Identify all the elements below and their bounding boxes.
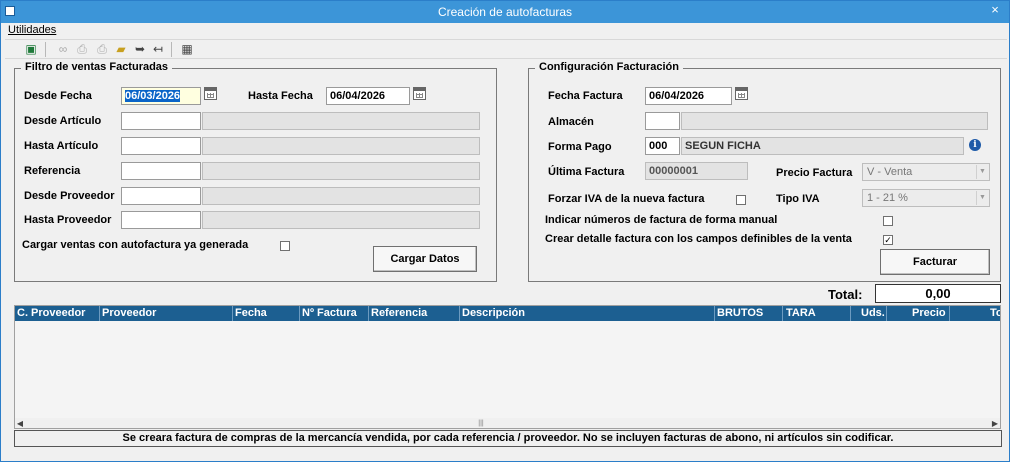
- hasta-fecha-label: Hasta Fecha: [248, 90, 313, 102]
- forma-pago-label: Forma Pago: [548, 141, 612, 153]
- back-icon[interactable]: ↤: [150, 42, 166, 57]
- fecha-factura-input[interactable]: 06/04/2026: [645, 87, 732, 105]
- referencia-desc: [202, 162, 480, 180]
- desde-fecha-label: Desde Fecha: [24, 90, 92, 102]
- hasta-articulo-label: Hasta Artículo: [24, 140, 99, 152]
- crear-detalle-checkbox[interactable]: ✓: [883, 235, 893, 245]
- forma-pago-input[interactable]: 000: [645, 137, 680, 155]
- desde-fecha-input[interactable]: 06/03/2026: [121, 87, 201, 105]
- config-group-title: Configuración Facturación: [535, 61, 683, 73]
- desde-proveedor-desc: [202, 187, 480, 205]
- hasta-articulo-input[interactable]: [121, 137, 201, 155]
- almacen-label: Almacén: [548, 116, 594, 128]
- calculator-icon[interactable]: ▦: [179, 42, 195, 57]
- tipo-iva-label: Tipo IVA: [776, 193, 820, 205]
- background-strip: [0, 462, 1012, 467]
- almacen-desc: [681, 112, 988, 130]
- scroll-left-icon[interactable]: ◀: [15, 418, 25, 428]
- app-window: Creación de autofacturas × Utilidades ▣ …: [0, 0, 1010, 462]
- menu-utilidades[interactable]: Utilidades: [8, 24, 56, 36]
- desde-articulo-label: Desde Artículo: [24, 115, 102, 127]
- cargar-ventas-checkbox[interactable]: [280, 241, 290, 251]
- horizontal-scrollbar[interactable]: ◀ ||| ▶: [15, 418, 1000, 428]
- scroll-right-icon[interactable]: ▶: [990, 418, 1000, 428]
- hasta-fecha-input[interactable]: 06/04/2026: [326, 87, 410, 105]
- excel-export-icon[interactable]: ▣: [23, 42, 39, 57]
- total-label: Total:: [828, 287, 863, 302]
- column-header[interactable]: Descripción: [462, 307, 525, 319]
- referencia-label: Referencia: [24, 165, 81, 177]
- column-header[interactable]: Precio: [912, 307, 946, 319]
- desde-proveedor-input[interactable]: [121, 187, 201, 205]
- printer-preview-icon[interactable]: ⎙: [74, 42, 90, 57]
- total-value: 0,00: [875, 284, 1001, 303]
- referencia-input[interactable]: [121, 162, 201, 180]
- calendar-icon[interactable]: [204, 87, 217, 100]
- binoculars-icon[interactable]: ∞: [55, 42, 71, 57]
- chevron-down-icon: ▼: [976, 165, 988, 179]
- column-header[interactable]: Uds.: [861, 307, 885, 319]
- hasta-proveedor-input[interactable]: [121, 211, 201, 229]
- column-header[interactable]: Proveedor: [102, 307, 156, 319]
- cargar-datos-button[interactable]: Cargar Datos: [373, 246, 477, 272]
- precio-factura-select[interactable]: V - Venta ▼: [862, 163, 990, 181]
- column-header[interactable]: TARA: [786, 307, 816, 319]
- fecha-factura-label: Fecha Factura: [548, 90, 623, 102]
- precio-factura-value: V - Venta: [867, 166, 913, 178]
- hasta-articulo-desc: [202, 137, 480, 155]
- precio-factura-label: Precio Factura: [776, 167, 853, 179]
- close-button[interactable]: ×: [983, 1, 1007, 21]
- hasta-proveedor-label: Hasta Proveedor: [24, 214, 112, 226]
- calendar-icon[interactable]: [413, 87, 426, 100]
- column-header[interactable]: C. Proveedor: [17, 307, 85, 319]
- tipo-iva-value: 1 - 21 %: [867, 192, 908, 204]
- open-folder-icon[interactable]: ▰: [113, 42, 129, 57]
- column-header[interactable]: BRUTOS: [717, 307, 763, 319]
- column-header[interactable]: To: [990, 307, 1000, 319]
- desde-proveedor-label: Desde Proveedor: [24, 190, 115, 202]
- column-header[interactable]: Fecha: [235, 307, 267, 319]
- indicar-manual-label: Indicar números de factura de forma manu…: [545, 214, 778, 226]
- forward-icon[interactable]: ➥: [132, 42, 148, 57]
- tipo-iva-select[interactable]: 1 - 21 % ▼: [862, 189, 990, 207]
- print-icon[interactable]: ⎙: [94, 42, 110, 57]
- desde-articulo-input[interactable]: [121, 112, 201, 130]
- ultima-factura-label: Última Factura: [548, 166, 625, 178]
- toolbar-separator: [171, 42, 172, 57]
- results-grid[interactable]: C. Proveedor Proveedor Fecha Nº Factura …: [14, 305, 1001, 429]
- info-icon[interactable]: i: [969, 139, 981, 151]
- grid-header: C. Proveedor Proveedor Fecha Nº Factura …: [15, 306, 1000, 321]
- menu-bar: Utilidades: [1, 23, 1009, 39]
- hasta-proveedor-desc: [202, 211, 480, 229]
- facturar-button[interactable]: Facturar: [880, 249, 990, 275]
- toolbar: ▣ ∞ ⎙ ⎙ ▰ ➥ ↤ ▦: [5, 39, 1007, 59]
- status-bar: Se creara factura de compras de la merca…: [14, 430, 1002, 447]
- config-group: Configuración Facturación Fecha Factura …: [528, 61, 1001, 282]
- window-title: Creación de autofacturas: [437, 5, 573, 19]
- column-header[interactable]: Referencia: [371, 307, 427, 319]
- filtro-group-title: Filtro de ventas Facturadas: [21, 61, 173, 73]
- cargar-ventas-label: Cargar ventas con autofactura ya generad…: [22, 239, 249, 251]
- desde-articulo-desc: [202, 112, 480, 130]
- forzar-iva-label: Forzar IVA de la nueva factura: [548, 193, 705, 205]
- forzar-iva-checkbox[interactable]: [736, 195, 746, 205]
- ultima-factura-value: 00000001: [645, 162, 748, 180]
- column-header[interactable]: Nº Factura: [302, 307, 357, 319]
- chevron-down-icon: ▼: [976, 191, 988, 205]
- title-bar[interactable]: Creación de autofacturas ×: [1, 1, 1009, 23]
- calendar-icon[interactable]: [735, 87, 748, 100]
- indicar-manual-checkbox[interactable]: [883, 216, 893, 226]
- filtro-group: Filtro de ventas Facturadas Desde Fecha …: [14, 61, 497, 282]
- forma-pago-desc: SEGUN FICHA: [681, 137, 964, 155]
- desde-fecha-value: 06/03/2026: [125, 90, 181, 102]
- scroll-thumb[interactable]: |||: [477, 420, 485, 427]
- toolbar-separator: [45, 42, 46, 57]
- almacen-input[interactable]: [645, 112, 680, 130]
- crear-detalle-label: Crear detalle factura con los campos def…: [545, 233, 852, 245]
